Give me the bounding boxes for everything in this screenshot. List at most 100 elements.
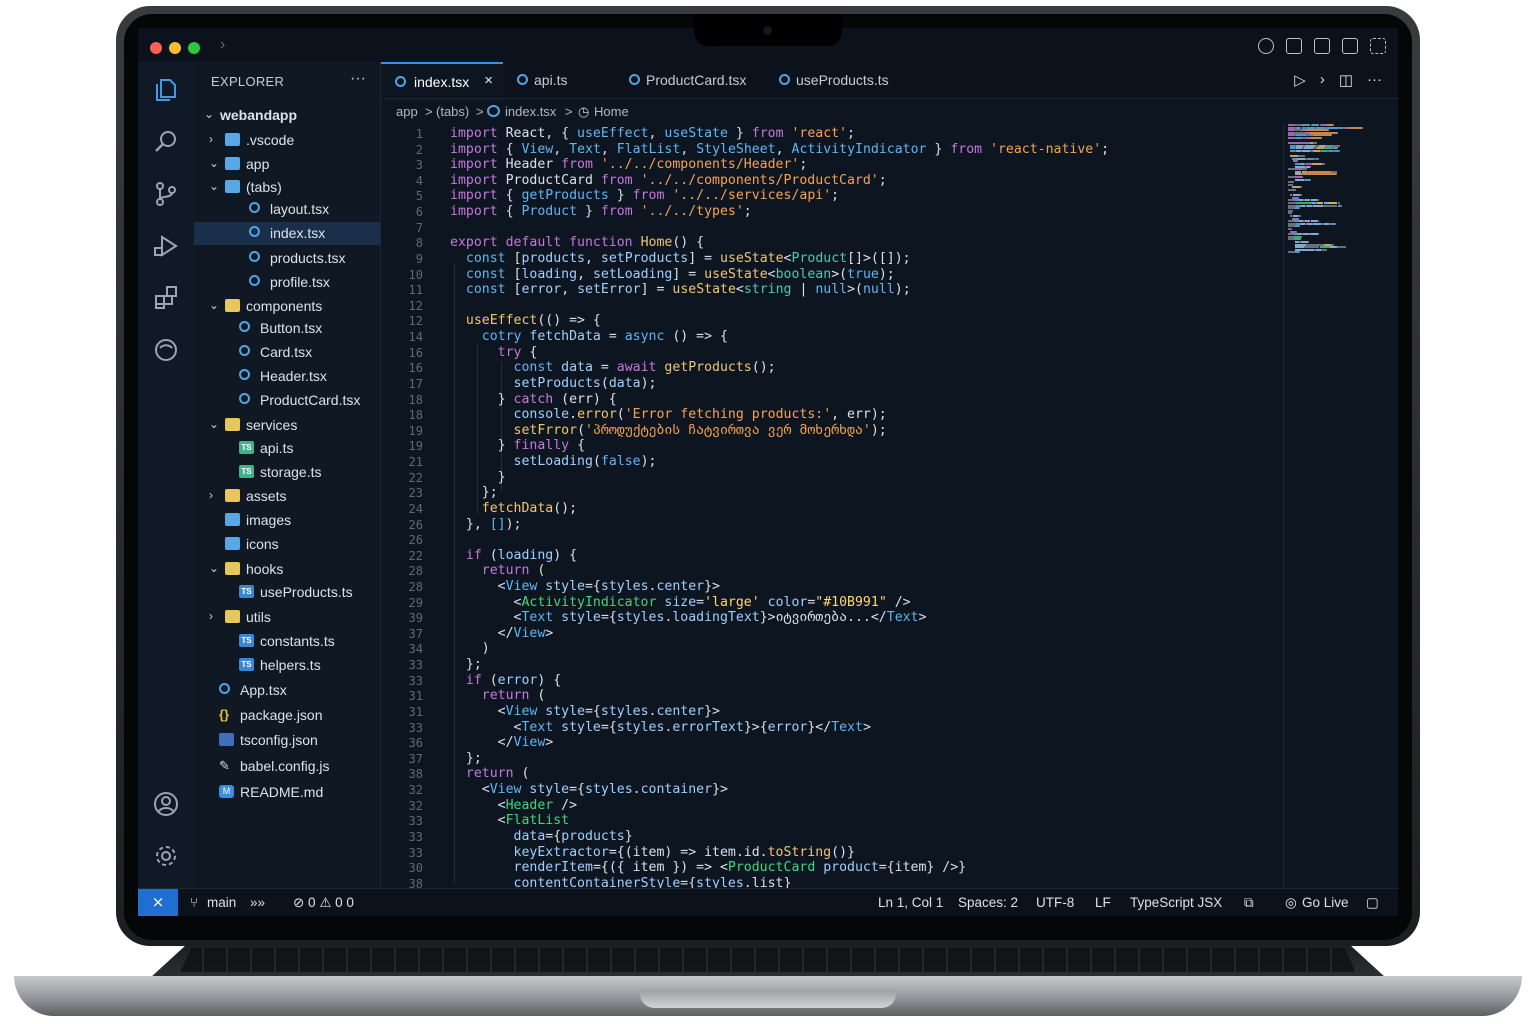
language-mode[interactable]: TypeScript JSX (1130, 895, 1222, 910)
toggle-primary-sidebar-icon[interactable] (1286, 38, 1302, 54)
tree-item-babel-config-js[interactable]: ✎ babel.config.js (194, 755, 380, 778)
account-icon[interactable] (152, 790, 180, 818)
settings-gear-icon[interactable] (152, 842, 180, 870)
layout-icon[interactable]: ⧉ (1244, 895, 1254, 911)
breadcrumb-item[interactable]: Home (594, 104, 629, 119)
minimap-line (1288, 168, 1296, 171)
tree-item-storage-ts[interactable]: TS storage.ts (194, 461, 380, 484)
tree-item-tsconfig-json[interactable]: tsconfig.json (194, 729, 380, 752)
folder-icon (225, 180, 240, 193)
breadcrumb-item[interactable]: index.tsx (505, 104, 556, 119)
code-editor[interactable]: 1 import React, { useEffect, useState } f… (381, 124, 1281, 906)
explorer-icon[interactable] (152, 76, 180, 104)
tree-item-tabs[interactable]: ⌄ (tabs) (194, 176, 380, 199)
tree-item-card-tsx[interactable]: Card.tsx (194, 341, 380, 364)
tree-item-helpers-ts[interactable]: TS helpers.ts (194, 654, 380, 677)
close-tab-icon[interactable]: × (484, 72, 493, 89)
tree-item-productcard-tsx[interactable]: ProductCard.tsx (194, 389, 380, 412)
go-live-button[interactable]: Go Live (1302, 895, 1349, 910)
code-line: cotry fetchData = async () => { (481, 329, 728, 345)
line-number: 33 (408, 658, 423, 673)
tree-item-icons[interactable]: icons (194, 533, 380, 556)
remote-explorer-icon[interactable] (152, 336, 180, 364)
split-editor-icon[interactable]: ◫ (1339, 71, 1353, 89)
close-window-button[interactable] (150, 42, 162, 54)
tree-item-images[interactable]: images (194, 509, 380, 532)
chevron-down-icon[interactable]: ⌄ (209, 156, 219, 170)
breadcrumb-item[interactable]: app (396, 104, 418, 119)
breadcrumb-item[interactable]: (tabs) (436, 104, 469, 119)
more-actions-icon[interactable]: ··· (1367, 71, 1382, 89)
indentation[interactable]: Spaces: 2 (958, 895, 1018, 910)
extensions-icon[interactable] (152, 284, 180, 312)
json-file-icon: {} (219, 707, 230, 722)
maximize-window-button[interactable] (188, 42, 200, 54)
tree-item-header-tsx[interactable]: Header.tsx (194, 365, 380, 388)
tree-item-package-json[interactable]: {} package.json (194, 704, 380, 727)
tree-item-webandapp[interactable]: ⌄ webandapp (194, 104, 380, 127)
search-icon[interactable] (152, 128, 180, 156)
tab-useproducts-ts[interactable]: useProducts.ts (765, 62, 905, 98)
end-of-line[interactable]: LF (1095, 895, 1111, 910)
minimap-line (1341, 204, 1342, 207)
react-file-icon (219, 683, 230, 694)
chevron-down-icon[interactable]: ⌄ (209, 179, 219, 193)
toggle-panel-icon[interactable] (1314, 38, 1330, 54)
minimap[interactable] (1288, 124, 1388, 274)
line-number: 3 (415, 158, 423, 173)
tree-item-app-tsx[interactable]: App.tsx (194, 679, 380, 702)
cursor-position[interactable]: Ln 1, Col 1 (878, 895, 943, 910)
tree-item-api-ts[interactable]: TS api.ts (194, 437, 380, 460)
branch-name[interactable]: main (207, 895, 236, 910)
run-debug-icon[interactable] (152, 232, 180, 260)
editor-scrollbar[interactable] (1283, 124, 1284, 888)
minimap-line (1322, 163, 1325, 165)
more-actions-icon[interactable]: ··· (350, 70, 366, 88)
tree-item-components[interactable]: ⌄ components (194, 295, 380, 318)
tree-item-app[interactable]: ⌄ app (194, 153, 380, 176)
tree-item-constants-ts[interactable]: TS constants.ts (194, 630, 380, 653)
notifications-icon[interactable]: ▢ (1366, 895, 1379, 911)
tab-productcard-tsx[interactable]: ProductCard.tsx (615, 62, 765, 98)
tree-item-assets[interactable]: › assets (194, 485, 380, 508)
minimize-window-button[interactable] (169, 42, 181, 54)
chevron-down-icon[interactable]: ⌄ (209, 561, 219, 575)
tab-index-tsx[interactable]: index.tsx × (381, 62, 503, 98)
tree-item-utils[interactable]: › utils (194, 606, 380, 629)
code-line: } (450, 469, 506, 485)
tab-api-ts[interactable]: api.ts (503, 62, 615, 98)
tree-item-button-tsx[interactable]: Button.tsx (194, 317, 380, 340)
tree-item-products-tsx[interactable]: products.tsx (194, 247, 380, 270)
run-icon[interactable]: ▷ (1294, 71, 1306, 89)
tree-item-readme-md[interactable]: M README.md (194, 781, 380, 804)
remote-icon[interactable]: ⨯ (138, 889, 178, 916)
toggle-secondary-sidebar-icon[interactable] (1342, 38, 1358, 54)
tree-item-vscode[interactable]: › .vscode (194, 129, 380, 152)
breadcrumb-separator: > (476, 104, 484, 119)
chevron-down-icon[interactable]: ⌄ (204, 107, 214, 121)
tree-item-useproducts-ts[interactable]: TS useProducts.ts (194, 581, 380, 604)
tree-item-layout-tsx[interactable]: layout.tsx (194, 198, 380, 221)
tree-item-index-tsx[interactable]: index.tsx (194, 222, 380, 245)
copilot-icon[interactable] (1258, 38, 1274, 54)
line-number: 16 (408, 345, 423, 360)
tree-item-services[interactable]: ⌄ services (194, 414, 380, 437)
customize-layout-icon[interactable] (1370, 38, 1386, 54)
code-line: <View style={styles.container}> (450, 782, 728, 798)
sync-icon[interactable]: »» (250, 895, 265, 910)
code-line: console.error('Error fetching products:'… (513, 407, 887, 423)
problems-indicator[interactable]: ⊘ 0 ⚠ 0 0 (293, 895, 354, 911)
chevron-right-icon[interactable]: › (1320, 71, 1325, 89)
chevron-right-icon[interactable]: › (209, 488, 213, 502)
chevron-down-icon[interactable]: ⌄ (209, 298, 219, 312)
chevron-right-icon[interactable]: › (220, 36, 225, 54)
tree-item-hooks[interactable]: ⌄ hooks (194, 558, 380, 581)
activity-bar (138, 62, 194, 888)
tree-item-label: icons (246, 536, 279, 552)
chevron-right-icon[interactable]: › (209, 609, 213, 623)
tree-item-profile-tsx[interactable]: profile.tsx (194, 271, 380, 294)
chevron-down-icon[interactable]: ⌄ (209, 417, 219, 431)
encoding[interactable]: UTF-8 (1036, 895, 1074, 910)
source-control-icon[interactable] (152, 180, 180, 208)
chevron-right-icon[interactable]: › (209, 132, 213, 146)
